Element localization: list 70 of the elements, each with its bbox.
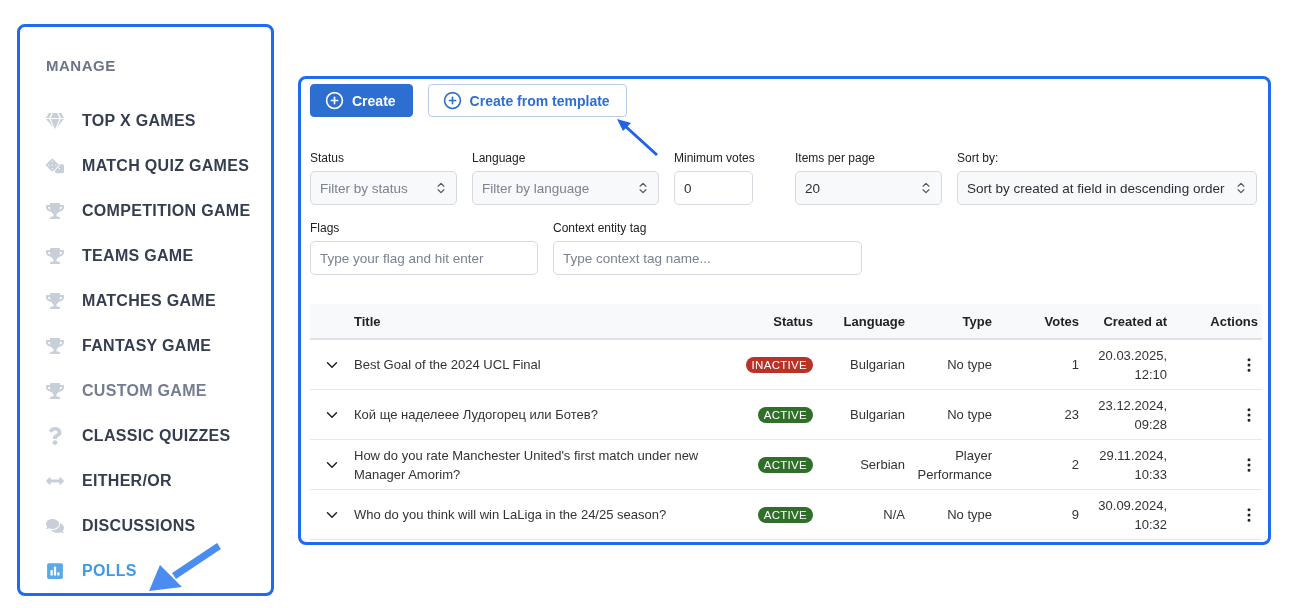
status-badge: INACTIVE [745, 356, 813, 373]
status-badge: ACTIVE [757, 456, 813, 473]
table-cell-text: Who do you think will win LaLiga in the 24/25 season? [354, 506, 667, 524]
select-field[interactable]: Filter by language [472, 171, 659, 205]
create-button[interactable]: Create [310, 84, 413, 117]
sidebar-item[interactable]: MATCH QUIZ GAMES [46, 143, 271, 189]
table-cell-text: Кой ще наделеее Лудогорец или Ботев? [354, 406, 598, 424]
table-cell-text: 23 [1064, 406, 1079, 424]
column-header: Created at [1103, 313, 1167, 329]
table-cell-text: How do you rate Manchester United's first match under new Manager Amorim? [354, 446, 700, 484]
table-cell-text: 1 [1071, 356, 1079, 374]
field-label: Context entity tag [553, 221, 647, 237]
table-cell-text: 30.09.2024, 10:32 [1097, 496, 1167, 534]
trophy-icon [46, 201, 64, 220]
field-label: Flags [310, 221, 340, 237]
sidebar-item[interactable]: TOP X GAMES [46, 98, 271, 144]
table-cell-text: No type [947, 406, 992, 424]
plus-circle-icon [442, 91, 462, 110]
column-header: Status [773, 313, 813, 329]
sidebar-item[interactable]: CLASSIC QUIZZES [46, 413, 271, 459]
field-label: Items per page [795, 151, 876, 167]
input-field[interactable]: Type context tag name... [553, 241, 862, 275]
question-icon [46, 426, 64, 445]
trophy-icon [46, 336, 64, 355]
input-field[interactable]: Type your flag and hit enter [310, 241, 538, 275]
select-field[interactable]: 20 [795, 171, 942, 205]
column-header: Title [354, 313, 381, 329]
dice-icon [46, 156, 64, 175]
gem-icon [46, 111, 64, 130]
table-cell-text: Serbian [860, 456, 905, 474]
table-cell-text: Bulgarian [850, 356, 905, 374]
section-heading: MANAGE [46, 57, 117, 76]
table-cell-text: No type [947, 356, 992, 374]
table-cell-text: N/A [883, 506, 905, 524]
column-header: Actions [1210, 313, 1258, 329]
comments-icon [46, 516, 64, 535]
table-cell-text: Best Goal of the 2024 UCL Final [354, 356, 541, 374]
trophy-icon [46, 291, 64, 310]
trophy-icon [46, 381, 64, 400]
sidebar-item[interactable]: TEAMS GAME [46, 233, 271, 279]
table-cell-text: 23.12.2024, 09:28 [1097, 396, 1167, 434]
pointer-arrow [614, 116, 660, 158]
poll-icon [46, 561, 64, 580]
status-badge: ACTIVE [757, 506, 813, 523]
field-label: Minimum votes [674, 151, 755, 167]
column-header: Votes [1044, 313, 1079, 329]
trophy-icon [46, 246, 64, 265]
plus-circle-icon [325, 91, 344, 110]
sidebar-item[interactable]: COMPETITION GAME [46, 188, 271, 234]
column-header: Language [843, 313, 905, 329]
sidebar-item[interactable]: FANTASY GAME [46, 323, 271, 369]
table-cell-text: Bulgarian [850, 406, 905, 424]
column-header: Type [962, 313, 992, 329]
table-cell-text: 9 [1071, 506, 1079, 524]
table-cell-text: Player Performance [916, 446, 992, 484]
template-button[interactable]: Create from template [427, 84, 627, 117]
select-field[interactable]: Sort by created at field in descending order [957, 171, 1257, 205]
sidebar-item[interactable]: MATCHES GAME [46, 278, 271, 324]
select-field[interactable]: Filter by status [310, 171, 457, 205]
table-cell-text: 29.11.2024, 10:33 [1098, 446, 1167, 484]
table-cell-text: No type [947, 506, 992, 524]
sidebar-item[interactable]: DISCUSSIONS [46, 503, 271, 549]
field-label: Language [472, 151, 526, 167]
input-field[interactable]: 0 [674, 171, 753, 205]
sidebar-item[interactable]: EITHER/OR [46, 458, 271, 504]
status-badge: ACTIVE [757, 406, 813, 423]
field-label: Sort by: [957, 151, 999, 167]
field-label: Status [310, 151, 345, 167]
table-cell-text: 2 [1071, 456, 1079, 474]
table-cell-text: 20.03.2025, 12:10 [1097, 346, 1167, 384]
